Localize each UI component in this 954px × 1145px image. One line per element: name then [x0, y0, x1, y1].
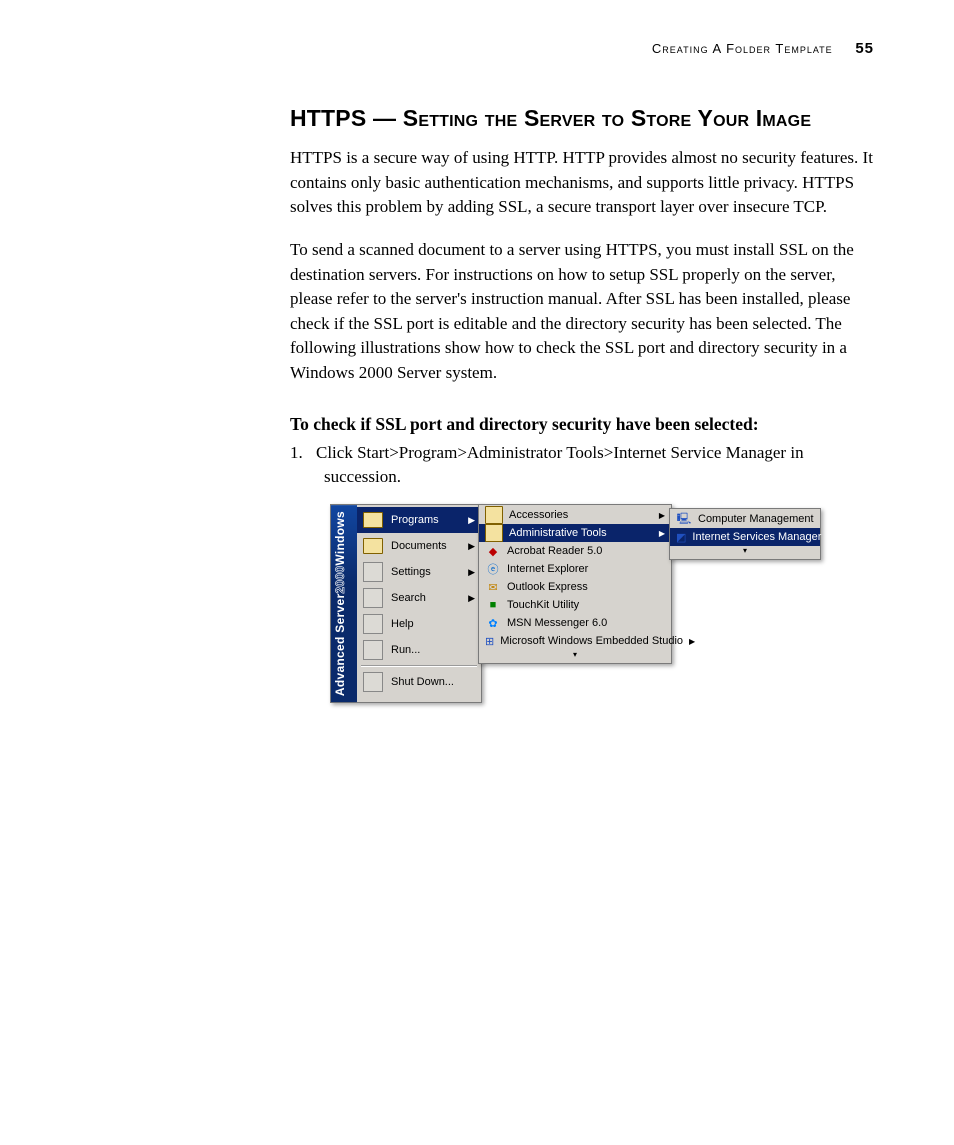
shutdown-icon	[363, 672, 383, 692]
pdf-icon: ◆	[485, 543, 501, 559]
documents-icon	[363, 538, 383, 554]
search-icon	[363, 588, 383, 608]
programs-item-ie[interactable]: ⓔ Internet Explorer	[479, 560, 671, 578]
programs-item-accessories[interactable]: Accessories ▶	[479, 506, 671, 524]
admintools-item-iis[interactable]: ◩ Internet Services Manager	[670, 528, 820, 546]
programs-item-acrobat[interactable]: ◆ Acrobat Reader 5.0	[479, 542, 671, 560]
mail-icon: ✉	[485, 579, 501, 595]
page-title: HTTPS — Setting the Server to Store Your…	[290, 105, 874, 132]
programs-item-touchkit[interactable]: ■ TouchKit Utility	[479, 596, 671, 614]
windows-icon: ⊞	[485, 633, 494, 649]
ie-icon: ⓔ	[485, 561, 501, 577]
page-header: Creating A Folder Template 55	[290, 40, 874, 57]
settings-icon	[363, 562, 383, 582]
msn-icon: ✿	[485, 615, 501, 631]
chevron-right-icon: ▶	[468, 515, 475, 526]
computer-icon: 🖳	[676, 511, 692, 527]
chevron-right-icon: ▶	[468, 541, 475, 552]
programs-item-msn[interactable]: ✿ MSN Messenger 6.0	[479, 614, 671, 632]
chevron-right-icon: ▶	[659, 529, 665, 538]
chevron-down-icon[interactable]: ▾	[479, 650, 671, 662]
menu-separator	[361, 665, 477, 667]
paragraph-1: HTTPS is a secure way of using HTTP. HTT…	[290, 146, 874, 220]
chevron-down-icon[interactable]: ▾	[670, 546, 820, 558]
tool-icon: ■	[485, 597, 501, 613]
programs-item-admintools[interactable]: Administrative Tools ▶	[479, 524, 671, 542]
programs-item-embedded[interactable]: ⊞ Microsoft Windows Embedded Studio ▶	[479, 632, 671, 650]
subheading: To check if SSL port and directory secur…	[290, 414, 874, 435]
chevron-right-icon: ▶	[468, 593, 475, 604]
chevron-right-icon: ▶	[468, 567, 475, 578]
chevron-right-icon: ▶	[689, 637, 695, 646]
start-menu-illustration: Advanced Server2000Windows Programs ▶ Do…	[330, 504, 810, 703]
programs-submenu: Accessories ▶ Administrative Tools ▶ ◆ A…	[478, 504, 672, 664]
start-menu-sidebar: Advanced Server2000Windows	[331, 505, 357, 702]
paragraph-2: To send a scanned document to a server u…	[290, 238, 874, 386]
programs-item-outlook[interactable]: ✉ Outlook Express	[479, 578, 671, 596]
header-section: Creating A Folder Template	[652, 41, 833, 56]
help-icon	[363, 614, 383, 634]
admintools-submenu: 🖳 Computer Management ◩ Internet Service…	[669, 508, 821, 560]
chevron-right-icon: ▶	[659, 511, 665, 520]
admintools-item-compmgmt[interactable]: 🖳 Computer Management	[670, 510, 820, 528]
programs-icon	[363, 512, 383, 528]
folder-icon	[485, 524, 503, 542]
run-icon	[363, 640, 383, 660]
start-item-settings[interactable]: Settings ▶	[357, 559, 481, 585]
start-item-shutdown[interactable]: Shut Down...	[357, 669, 481, 695]
start-item-run[interactable]: Run...	[357, 637, 481, 663]
header-page-number: 55	[855, 40, 874, 57]
step-1: 1.Click Start>Program>Administrator Tool…	[290, 441, 874, 490]
start-item-programs[interactable]: Programs ▶	[357, 507, 481, 533]
start-item-help[interactable]: Help	[357, 611, 481, 637]
folder-icon	[485, 506, 503, 524]
iis-icon: ◩	[676, 529, 686, 545]
start-item-documents[interactable]: Documents ▶	[357, 533, 481, 559]
start-item-search[interactable]: Search ▶	[357, 585, 481, 611]
